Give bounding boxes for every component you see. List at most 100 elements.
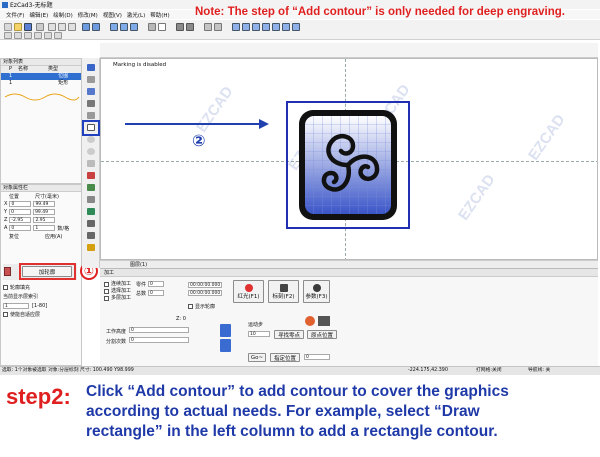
magnifier-4-icon[interactable] <box>262 23 270 31</box>
motion-field[interactable]: 10 <box>248 331 270 337</box>
specify-position-button[interactable]: 指定位置 <box>270 353 300 362</box>
contour-tool-icon <box>4 267 11 276</box>
vector-file-icon[interactable] <box>87 196 95 203</box>
y-size-field[interactable]: 99.49 <box>33 209 56 215</box>
total-field[interactable]: 0 <box>148 290 165 296</box>
split-count-label: 分割次数 <box>106 339 127 345</box>
z-position-field[interactable]: -2.95 <box>9 217 32 223</box>
circle-icon[interactable] <box>87 136 95 143</box>
total-label: 总数 <box>136 291 147 297</box>
line-icon[interactable] <box>87 100 95 107</box>
back-zero-button[interactable]: 原点位置 <box>307 330 337 339</box>
zoom-all-icon[interactable] <box>130 23 138 31</box>
add-icon[interactable] <box>158 23 166 31</box>
reset-button[interactable]: 复位 <box>9 233 19 240</box>
select-icon[interactable] <box>87 64 95 71</box>
z-size-field[interactable]: 2.95 <box>33 217 56 223</box>
cut-icon[interactable] <box>48 23 56 31</box>
save-file-icon[interactable] <box>24 23 32 31</box>
list-item[interactable]: 1 位图 <box>1 73 81 80</box>
group-icon[interactable] <box>14 32 22 39</box>
copy-icon[interactable] <box>58 23 66 31</box>
output-port-icon[interactable] <box>87 232 95 239</box>
menu-edit[interactable]: 编辑(E) <box>29 11 48 19</box>
layer-icon[interactable] <box>4 32 12 39</box>
magnifier-7-icon[interactable] <box>292 23 300 31</box>
redo-icon[interactable] <box>92 23 100 31</box>
curve-icon[interactable] <box>54 32 62 39</box>
a-position-field[interactable]: 0 <box>9 225 32 231</box>
magnifier-3-icon[interactable] <box>252 23 260 31</box>
eye-icon[interactable] <box>186 23 194 31</box>
select-mark-checkbox[interactable] <box>104 289 109 294</box>
magnifier-6-icon[interactable] <box>282 23 290 31</box>
curve-icon[interactable] <box>87 112 95 119</box>
multilayer-label: 多层加工 <box>111 295 132 301</box>
fill-contour-label: 轮廓填充 <box>10 285 31 291</box>
arrow-down-icon[interactable] <box>220 339 231 352</box>
step-label: step2: <box>6 384 71 409</box>
work-height-field[interactable]: 0 <box>129 327 190 333</box>
ellipse-icon[interactable] <box>87 148 95 155</box>
window-title: EzCad3-无标题 <box>10 2 53 9</box>
menu-view[interactable]: 视图(V) <box>103 11 122 19</box>
new-file-icon[interactable] <box>4 23 12 31</box>
arrow-right-icon[interactable] <box>214 23 222 31</box>
split-count-field[interactable]: 0 <box>129 337 190 343</box>
y-position-field[interactable]: 0 <box>9 209 32 215</box>
split-icon[interactable] <box>44 32 52 39</box>
node-icon[interactable] <box>87 76 95 83</box>
text-icon[interactable] <box>87 172 95 179</box>
continuous-checkbox[interactable] <box>104 282 109 287</box>
combine-icon[interactable] <box>34 32 42 39</box>
x-size-field[interactable]: 99.49 <box>33 201 56 207</box>
fill-contour-checkbox[interactable] <box>3 285 8 290</box>
red-light-button[interactable]: 红光(F1) <box>233 280 264 303</box>
menu-modify[interactable]: 修改(M) <box>78 11 98 19</box>
menu-file[interactable]: 文件(F) <box>6 11 24 19</box>
list-item[interactable]: 1 矩形 <box>1 80 81 87</box>
adaptive-layer-checkbox[interactable] <box>3 312 8 317</box>
polygon-icon[interactable] <box>87 160 95 167</box>
light-icon[interactable] <box>87 244 95 251</box>
align-icon[interactable] <box>148 23 156 31</box>
bitmap-icon[interactable] <box>87 184 95 191</box>
mark-button[interactable]: 标刻(F2) <box>268 280 299 303</box>
red-light-label: 红光(F1) <box>237 293 260 300</box>
instruction-text: Click “Add contour” to add contour to co… <box>86 382 596 442</box>
zoom-out-icon[interactable] <box>120 23 128 31</box>
air-symbol-icon[interactable] <box>295 106 401 224</box>
arrow-up-icon[interactable] <box>220 324 231 337</box>
hatch-icon[interactable] <box>176 23 184 31</box>
menu-laser[interactable]: 激光(L) <box>127 11 145 19</box>
specify-position-label: 指定位置 <box>273 355 296 362</box>
parts-field[interactable]: 0 <box>148 281 165 287</box>
print-icon[interactable] <box>36 23 44 31</box>
find-zero-button[interactable]: 寻找零点 <box>274 330 304 339</box>
multilayer-checkbox[interactable] <box>104 296 109 301</box>
input-port-icon[interactable] <box>87 220 95 227</box>
apply-button[interactable]: 应用(A) <box>45 233 62 240</box>
timer-icon[interactable] <box>87 208 95 215</box>
zoom-in-icon[interactable] <box>110 23 118 31</box>
undo-icon[interactable] <box>82 23 90 31</box>
magnifier-5-icon[interactable] <box>272 23 280 31</box>
axis-label: X <box>4 201 8 207</box>
point-icon[interactable] <box>87 88 95 95</box>
magnifier-2-icon[interactable] <box>242 23 250 31</box>
menu-help[interactable]: 帮助(H) <box>150 11 169 19</box>
magnifier-1-icon[interactable] <box>232 23 240 31</box>
menu-draw[interactable]: 绘制(D) <box>53 11 73 19</box>
open-file-icon[interactable] <box>14 23 22 31</box>
show-contour-checkbox[interactable] <box>188 304 193 309</box>
goto-button[interactable]: Go~ <box>248 353 266 362</box>
position-field[interactable]: 0 <box>304 354 330 360</box>
arrow-left-icon[interactable] <box>204 23 212 31</box>
x-position-field[interactable]: 0 <box>9 201 32 207</box>
a-size-field[interactable]: 1 <box>33 225 56 231</box>
coords-readout: -224.175,42.390 <box>408 368 448 373</box>
layer-index-field[interactable]: 1 <box>3 302 29 309</box>
param-button[interactable]: 参数(F3) <box>303 280 330 303</box>
paste-icon[interactable] <box>68 23 76 31</box>
ungroup-icon[interactable] <box>24 32 32 39</box>
